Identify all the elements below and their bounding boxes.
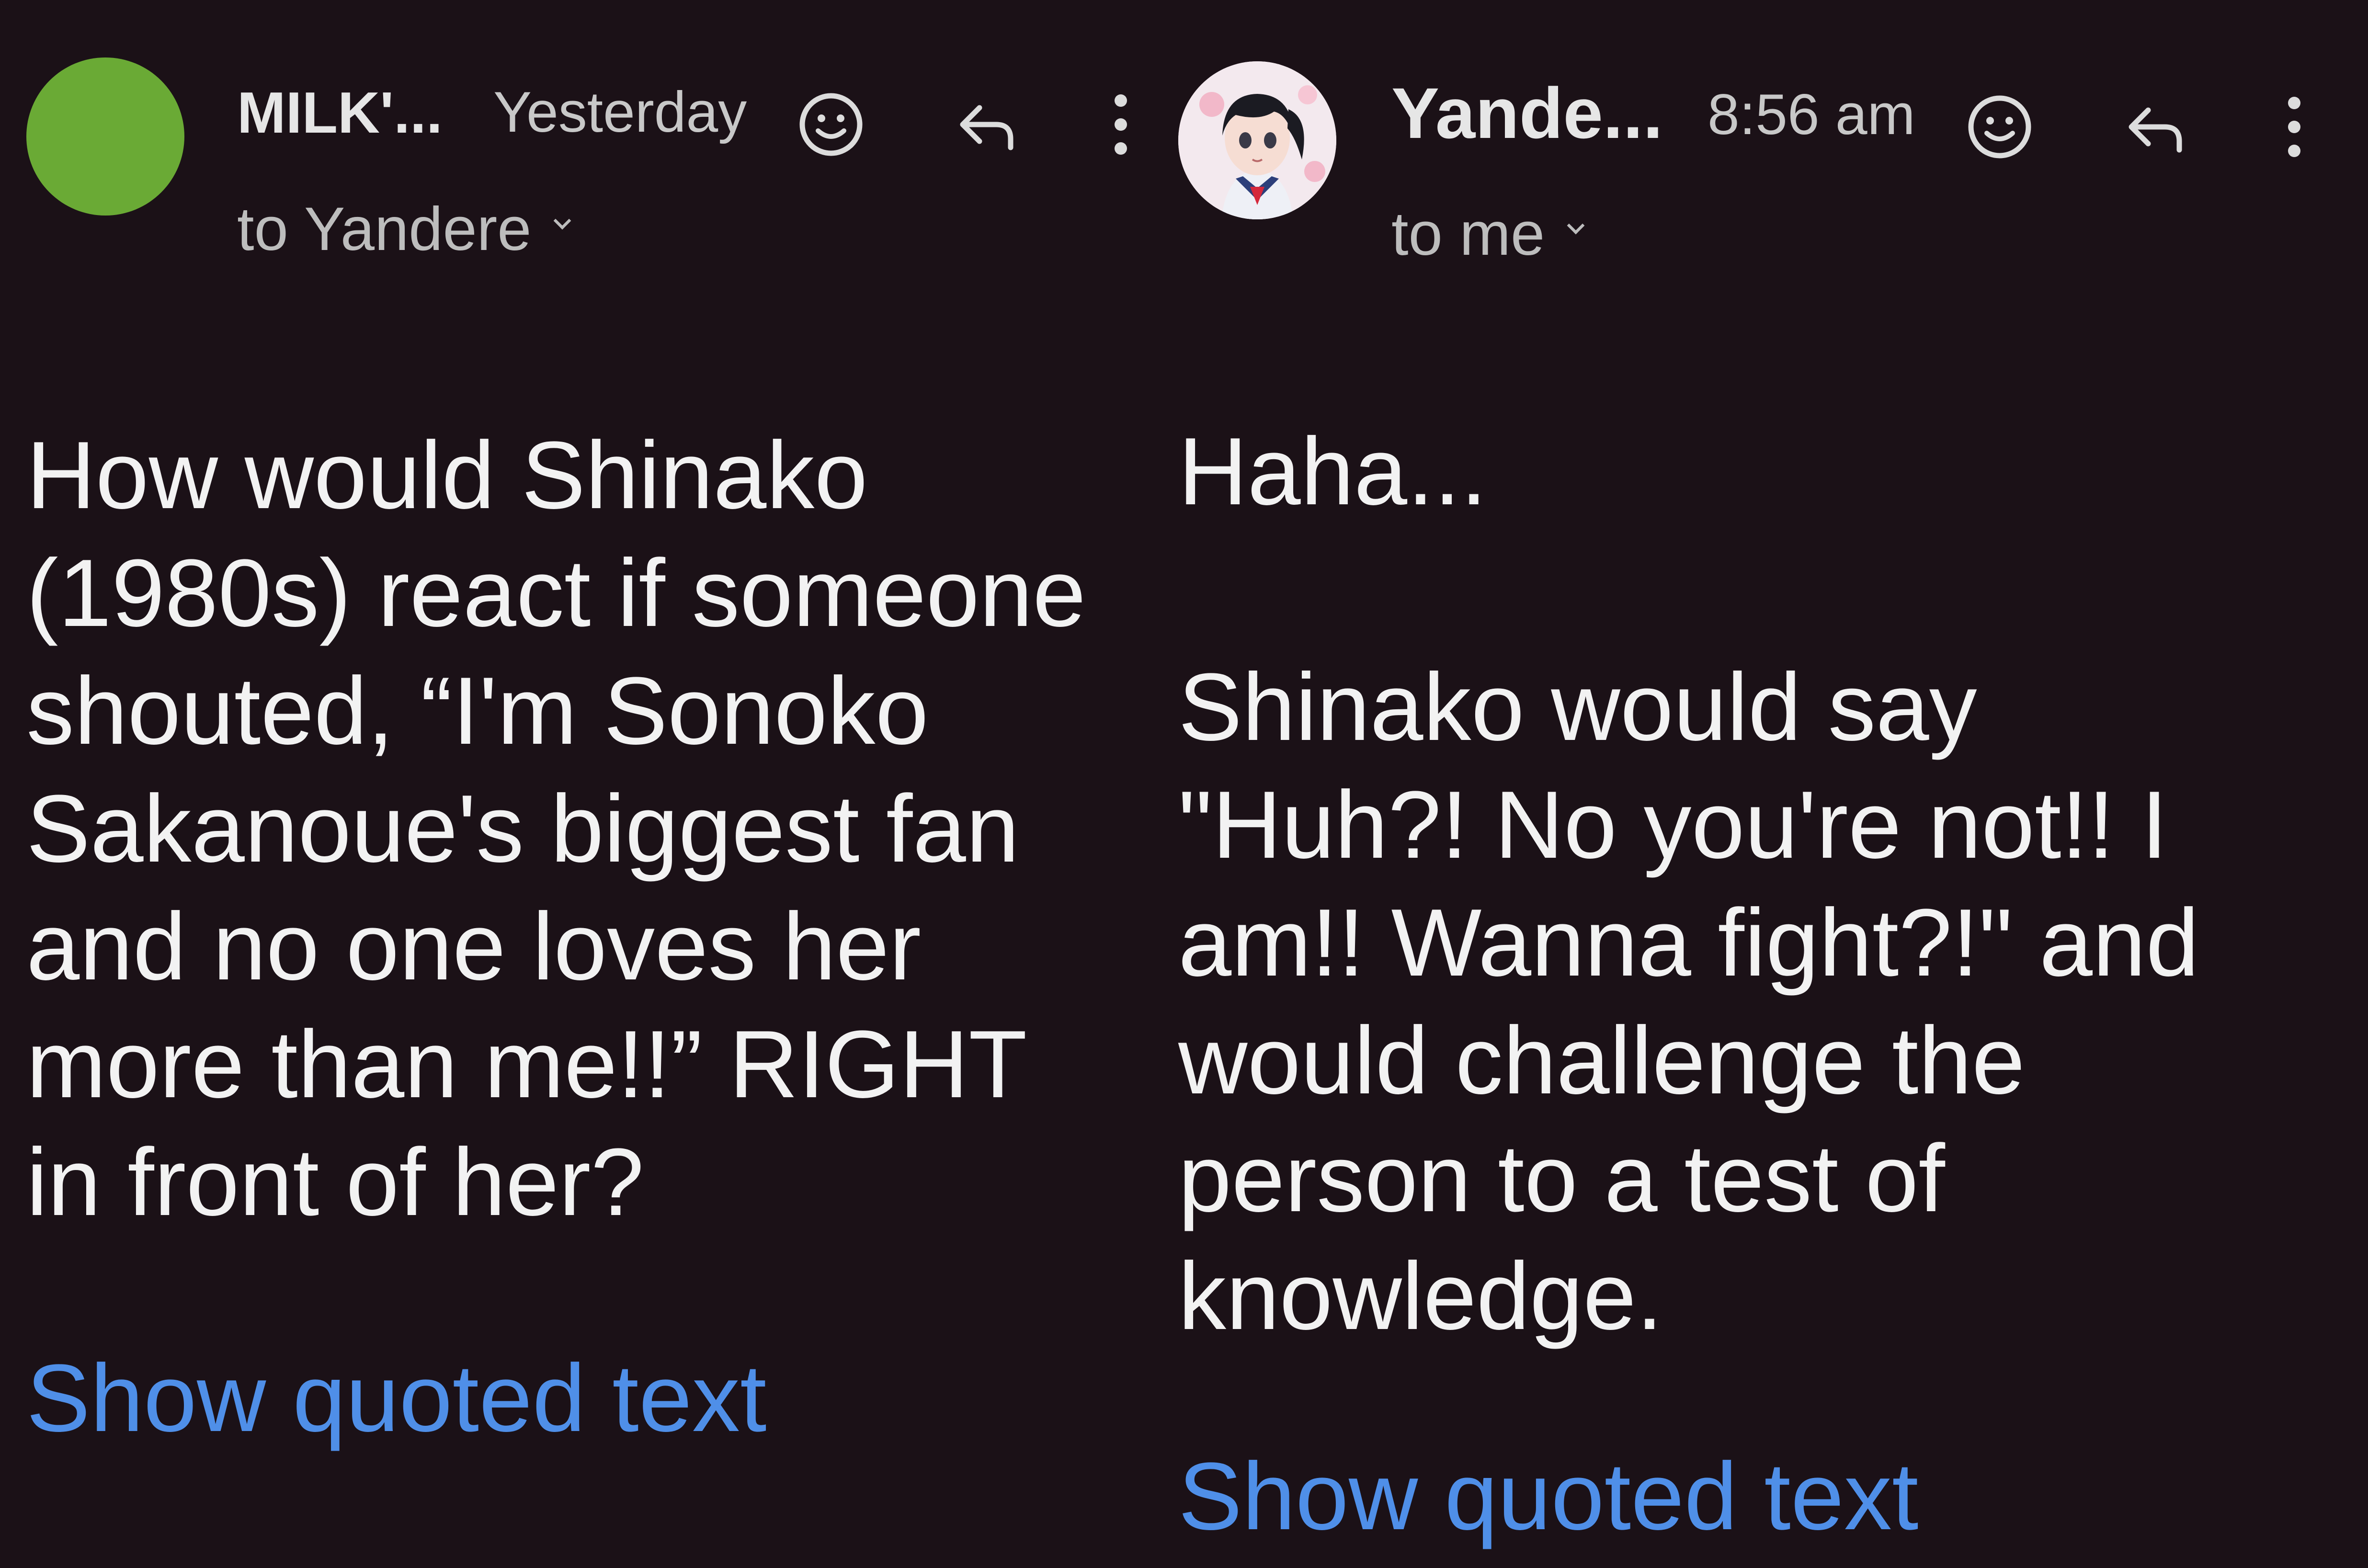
chevron-down-icon[interactable] (1567, 216, 1585, 235)
timestamp: Yesterday (493, 80, 747, 144)
anime-girl-avatar-icon (1178, 61, 1336, 219)
email-message-yandere: Yande... 8:56 am to me Haha... Shinako w… (1169, 0, 2368, 1568)
show-quoted-text-link[interactable]: Show quoted text (1178, 1442, 1919, 1552)
body-line: and no one loves her (26, 893, 922, 1000)
body-line: am!! Wanna fight?!" and (1178, 889, 2199, 996)
body-line: Shinako would say (1178, 654, 1977, 761)
body-line: Sakanoue's biggest fan (26, 775, 1020, 882)
reply-icon[interactable] (951, 91, 1023, 163)
body-line: (1980s) react if someone (26, 540, 1086, 647)
recipient-text: to Yandere (237, 195, 532, 263)
body-line: shouted, “I'm Sonoko (26, 658, 929, 764)
more-vert-icon[interactable] (1085, 89, 1157, 160)
body-line-blank (1178, 531, 2199, 648)
body-line: person to a test of (1178, 1125, 1945, 1232)
email-message-milk: MILK'... Yesterday to Yandere How would … (0, 0, 1169, 1568)
message-body: Haha... Shinako would say "Huh?! No you'… (1178, 413, 2199, 1355)
body-line: Haha... (1178, 418, 1487, 525)
sender-avatar[interactable] (1178, 61, 1336, 219)
chevron-down-icon[interactable] (554, 212, 571, 230)
body-line: How would Shinako (26, 422, 868, 529)
message-body: How would Shinako (1980s) react if someo… (26, 417, 1086, 1241)
sender-name[interactable]: MILK'... (237, 79, 443, 146)
body-line: more than me!!” RIGHT (26, 1011, 1027, 1118)
body-line: in front of her? (26, 1129, 644, 1236)
timestamp: 8:56 am (1708, 82, 1915, 147)
recipient-line[interactable]: to me (1391, 199, 1585, 269)
more-vert-icon[interactable] (2258, 91, 2330, 163)
body-line: would challenge the (1178, 1007, 2025, 1114)
reply-icon[interactable] (2119, 93, 2191, 165)
emoji-reaction-icon[interactable] (795, 89, 867, 160)
sender-name[interactable]: Yande... (1391, 72, 1663, 155)
recipient-line[interactable]: to Yandere (237, 194, 571, 264)
show-quoted-text-link[interactable]: Show quoted text (26, 1343, 767, 1454)
sender-avatar[interactable] (26, 57, 184, 216)
body-line: knowledge. (1178, 1243, 1663, 1350)
emoji-reaction-icon[interactable] (1964, 91, 2036, 163)
body-line: "Huh?! No you're not!! I (1178, 772, 2168, 878)
recipient-text: to me (1391, 200, 1545, 268)
